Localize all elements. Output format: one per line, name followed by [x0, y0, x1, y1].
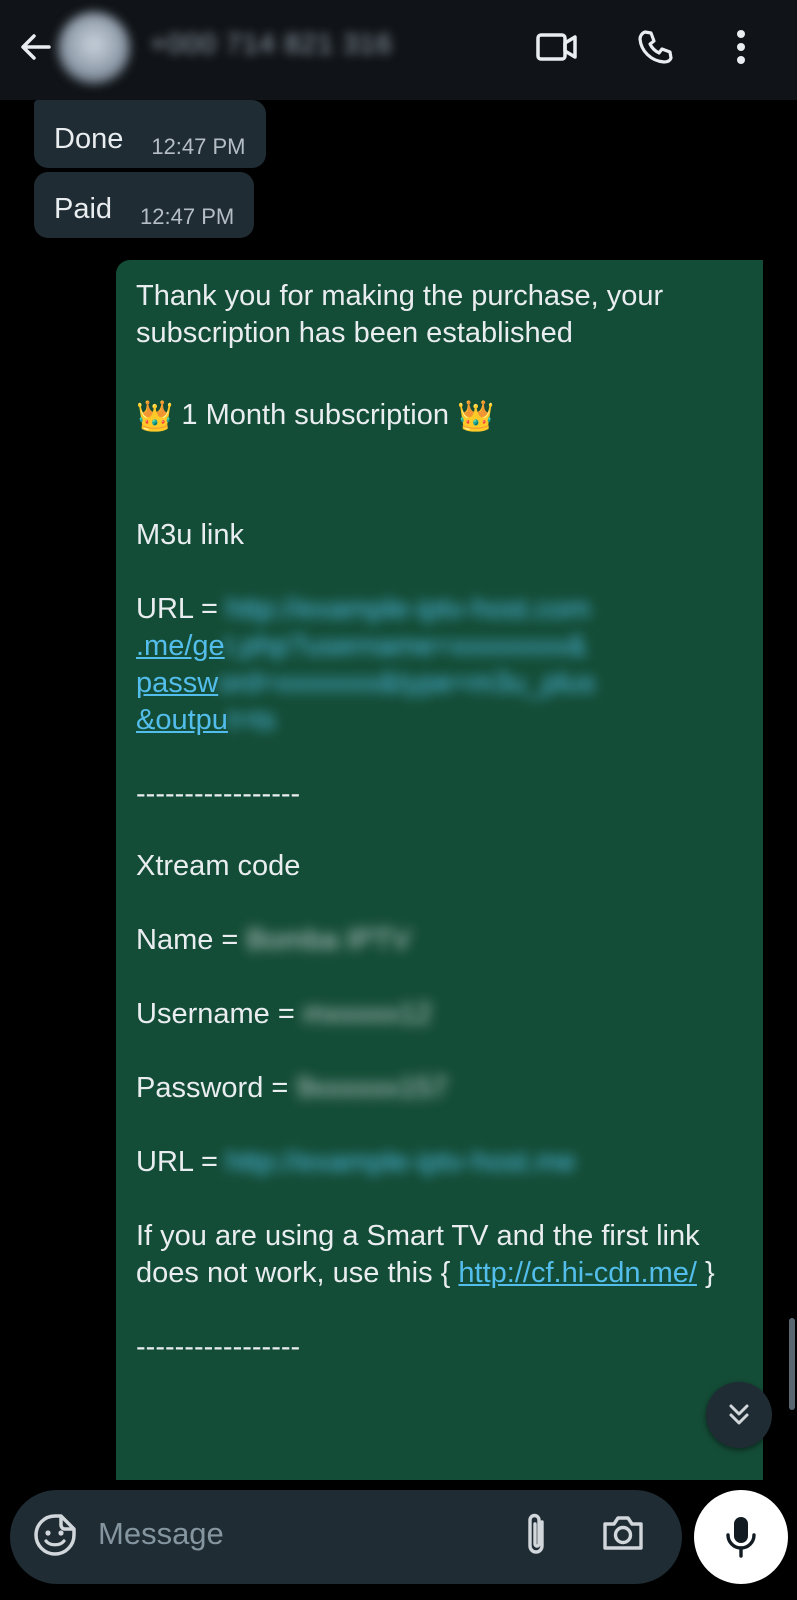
xtream-url-line: URL = http://example-iptv-host.me — [136, 1144, 743, 1181]
smart-tv-link[interactable]: http://cf.hi-cdn.me/ — [458, 1257, 697, 1289]
plan-line: 👑 1 Month subscription 👑 — [136, 397, 743, 435]
name-label: Name = — [136, 924, 247, 956]
m3u-link[interactable]: passw — [136, 667, 218, 699]
outgoing-message[interactable]: Thank you for making the purchase, your … — [116, 260, 763, 1480]
avatar[interactable] — [58, 12, 130, 84]
message-text: Done — [54, 123, 124, 155]
xtream-heading: Xtream code — [136, 850, 301, 882]
redacted-link: t.php?username=xxxxxxxx& — [224, 630, 587, 662]
redacted-link: http://example-iptv-host.me — [226, 1146, 576, 1178]
incoming-message[interactable]: Paid 12:47 PM — [34, 172, 255, 238]
divider-text: ----------------- — [136, 778, 301, 810]
message-input[interactable]: Message — [98, 1516, 224, 1552]
m3u-url-line[interactable]: password=xxxxxxx&type=m3u_plus — [136, 665, 743, 702]
username-line: Username = mxxxxx12 — [136, 996, 743, 1033]
redacted-value: Bomba IPTV — [246, 924, 411, 956]
plan-text: 1 Month subscription — [173, 399, 458, 431]
password-line: Password = 9xxxxxx157 — [136, 1070, 743, 1107]
double-chevron-down-icon — [729, 1404, 749, 1425]
crown-emoji: 👑 — [136, 400, 174, 433]
name-line: Name = Bomba IPTV — [136, 922, 743, 959]
video-call-icon[interactable] — [532, 22, 582, 72]
redacted-link: t=ts — [227, 704, 276, 736]
m3u-url-line[interactable]: .me/get.php?username=xxxxxxxx& — [136, 628, 743, 665]
redacted-link: ord=xxxxxxx&type=m3u_plus — [218, 667, 596, 699]
m3u-url-line: URL = http://example-iptv-host.com — [136, 591, 743, 628]
message-time: 12:47 PM — [151, 134, 246, 159]
paperclip-icon[interactable] — [518, 1510, 568, 1564]
url-label: URL = — [136, 593, 226, 625]
contact-name[interactable]: +000 714 821 316 — [150, 28, 393, 60]
message-time: 12:47 PM — [140, 204, 235, 229]
url-label: URL = — [136, 1146, 226, 1178]
redacted-value: 9xxxxxx157 — [296, 1072, 448, 1104]
redacted-link: http://example-iptv-host.com — [226, 593, 591, 625]
conversation-area[interactable]: Done 12:47 PM Paid 12:47 PM Thank you fo… — [0, 100, 797, 1480]
m3u-link[interactable]: &outpu — [136, 704, 228, 736]
voice-call-icon[interactable] — [630, 22, 680, 72]
message-text: Paid — [54, 193, 113, 225]
redacted-value: mxxxxx12 — [302, 998, 432, 1030]
smart-tv-close: } — [696, 1257, 715, 1289]
more-options-icon[interactable] — [726, 22, 756, 72]
sticker-emoji-icon[interactable] — [32, 1512, 82, 1562]
incoming-message[interactable]: Done 12:47 PM — [34, 100, 266, 168]
camera-icon[interactable] — [600, 1512, 654, 1562]
scroll-to-bottom-button[interactable] — [706, 1382, 772, 1448]
divider-text: ----------------- — [136, 1331, 301, 1363]
message-text: Thank you for making the purchase, your … — [136, 280, 664, 349]
m3u-heading: M3u link — [136, 519, 244, 551]
password-label: Password = — [136, 1072, 297, 1104]
m3u-url-line[interactable]: &output=ts — [136, 702, 743, 739]
voice-message-button[interactable] — [694, 1490, 788, 1584]
back-arrow-icon[interactable] — [12, 24, 58, 70]
microphone-icon — [726, 1517, 756, 1558]
smart-tv-line: If you are using a Smart TV and the firs… — [136, 1218, 743, 1292]
message-composer[interactable]: Message — [10, 1490, 682, 1584]
m3u-link[interactable]: .me/ge — [136, 630, 225, 662]
chat-header: +000 714 821 316 — [0, 0, 797, 100]
username-label: Username = — [136, 998, 303, 1030]
scrollbar[interactable] — [789, 1318, 795, 1410]
crown-emoji: 👑 — [457, 400, 495, 433]
